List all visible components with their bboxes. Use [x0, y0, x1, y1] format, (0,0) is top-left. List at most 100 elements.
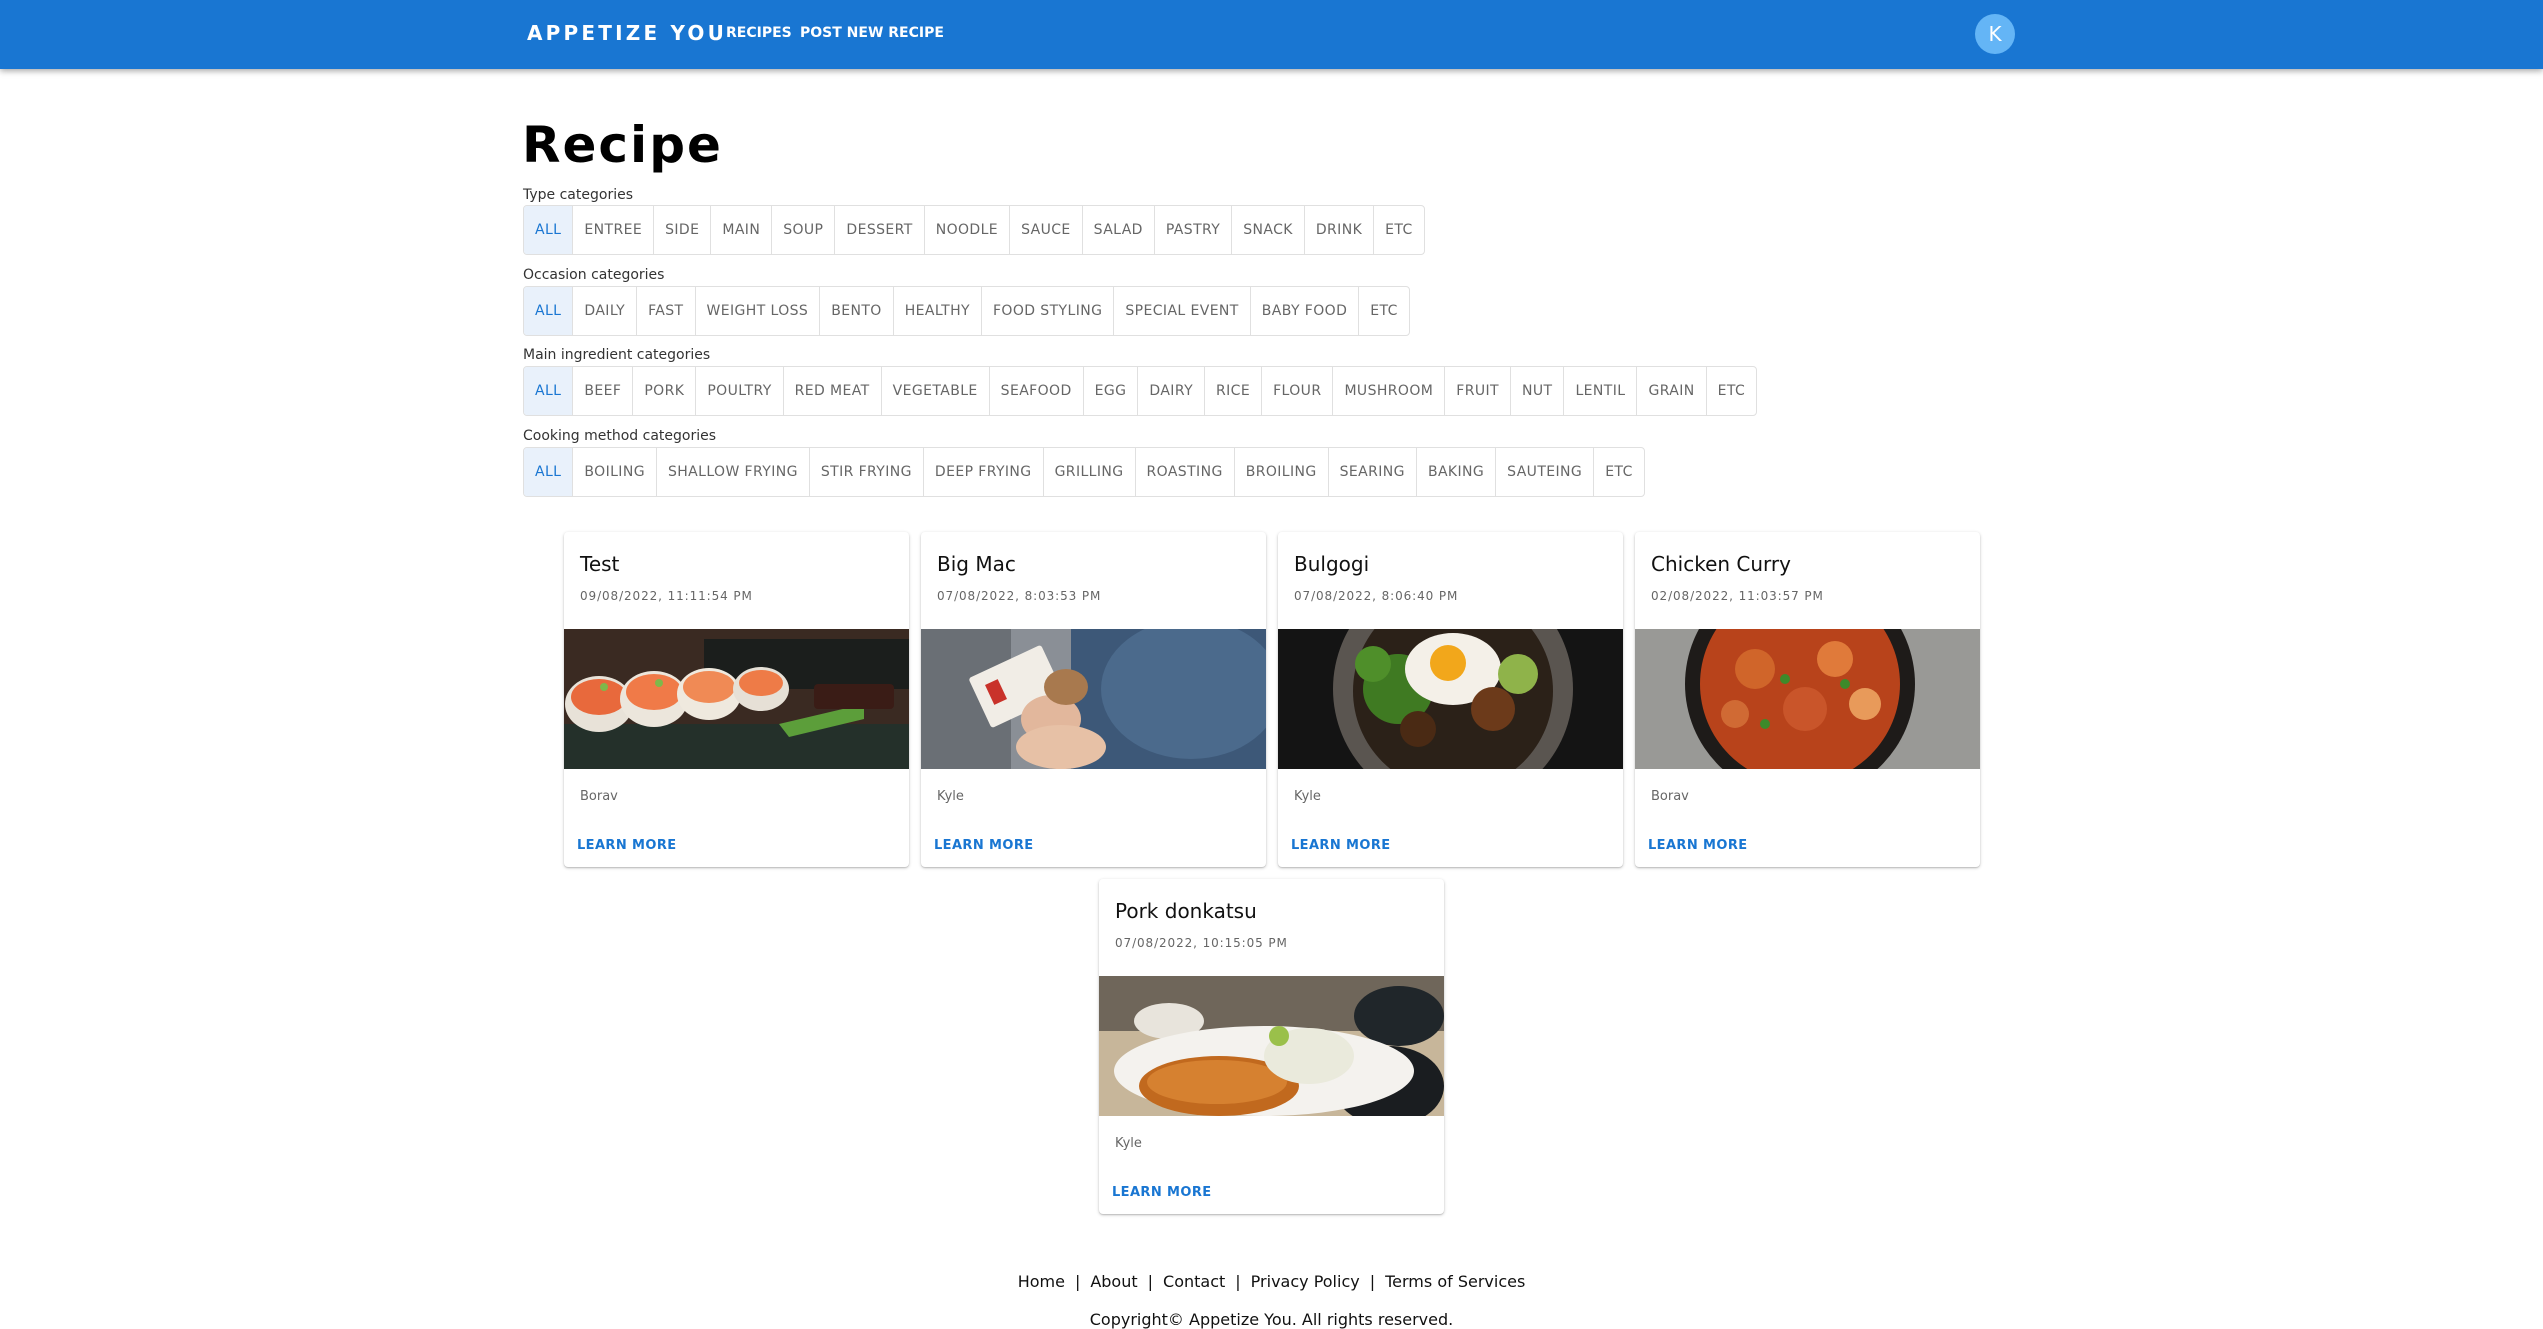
footer-separator: |	[1074, 1272, 1081, 1291]
category-toggle-lentil[interactable]: LENTIL	[1563, 367, 1636, 415]
recipe-author: Kyle	[1294, 789, 1321, 804]
recipe-card: Bulgogi 07/08/2022, 8:06:40 PM Kyle LEAR…	[1278, 532, 1623, 867]
main-ingredient-categories-label: Main ingredient categories	[523, 347, 711, 363]
category-toggle-broiling[interactable]: BROILING	[1233, 448, 1328, 496]
brand-logo[interactable]: APPETIZE YOU	[527, 21, 727, 45]
category-toggle-all[interactable]: ALL	[524, 287, 573, 335]
recipe-date: 07/08/2022, 10:15:05 PM	[1115, 936, 1288, 950]
category-toggle-side[interactable]: SIDE	[653, 206, 710, 254]
recipe-date: 07/08/2022, 8:03:53 PM	[937, 589, 1102, 603]
category-toggle-drink[interactable]: DRINK	[1303, 206, 1373, 254]
category-toggle-food-styling[interactable]: FOOD STYLING	[980, 287, 1113, 335]
curry-photo	[1635, 629, 1980, 769]
category-toggle-seafood[interactable]: SEAFOOD	[988, 367, 1083, 415]
footer-links: Home | About | Contact | Privacy Policy | Terms …	[0, 1272, 2543, 1291]
learn-more-button[interactable]: LEARN MORE	[1291, 838, 1391, 853]
bulgogi-photo	[1278, 629, 1623, 769]
recipe-card: Test 09/08/2022, 11:11:54 PM Borav LEARN…	[564, 532, 909, 867]
donkatsu-photo	[1099, 976, 1444, 1116]
burger-photo	[921, 629, 1266, 769]
category-toggle-bento[interactable]: BENTO	[819, 287, 893, 335]
category-toggle-snack[interactable]: SNACK	[1231, 206, 1304, 254]
category-toggle-all[interactable]: ALL	[524, 448, 573, 496]
category-toggle-roasting[interactable]: ROASTING	[1134, 448, 1234, 496]
category-toggle-all[interactable]: ALL	[524, 367, 573, 415]
category-toggle-sauce[interactable]: SAUCE	[1009, 206, 1082, 254]
category-toggle-etc[interactable]: ETC	[1705, 367, 1757, 415]
category-toggle-egg[interactable]: EGG	[1082, 367, 1138, 415]
footer-contact-link[interactable]: Contact	[1163, 1272, 1225, 1291]
category-toggle-fast[interactable]: FAST	[636, 287, 694, 335]
learn-more-button[interactable]: LEARN MORE	[1648, 838, 1748, 853]
category-toggle-dairy[interactable]: DAIRY	[1137, 367, 1204, 415]
type-categories-label: Type categories	[523, 187, 633, 203]
type-categories-group: ALL ENTREE SIDE MAIN SOUP DESSERT NOODLE SAUCE S…	[523, 205, 1425, 255]
category-toggle-poultry[interactable]: POULTRY	[695, 367, 782, 415]
category-toggle-pork[interactable]: PORK	[632, 367, 695, 415]
category-toggle-fruit[interactable]: FRUIT	[1444, 367, 1510, 415]
category-toggle-etc[interactable]: ETC	[1373, 206, 1424, 254]
recipe-title: Pork donkatsu	[1115, 899, 1257, 923]
category-toggle-weight-loss[interactable]: WEIGHT LOSS	[694, 287, 820, 335]
category-toggle-beef[interactable]: BEEF	[572, 367, 632, 415]
category-toggle-special-event[interactable]: SPECIAL EVENT	[1113, 287, 1249, 335]
recipe-title: Chicken Curry	[1651, 552, 1791, 576]
footer-home-link[interactable]: Home	[1018, 1272, 1065, 1291]
category-toggle-soup[interactable]: SOUP	[771, 206, 834, 254]
category-toggle-rice[interactable]: RICE	[1204, 367, 1261, 415]
recipe-title: Big Mac	[937, 552, 1016, 576]
category-toggle-entree[interactable]: ENTREE	[572, 206, 653, 254]
recipe-author: Kyle	[937, 789, 964, 804]
nav-post-new-recipe-link[interactable]: POST NEW RECIPE	[800, 25, 944, 41]
category-toggle-etc[interactable]: ETC	[1593, 448, 1644, 496]
recipe-card: Pork donkatsu 07/08/2022, 10:15:05 PM Ky…	[1099, 879, 1444, 1214]
user-avatar[interactable]: K	[1975, 14, 2015, 54]
category-toggle-mushroom[interactable]: MUSHROOM	[1332, 367, 1444, 415]
category-toggle-stir-frying[interactable]: STIR FRYING	[808, 448, 923, 496]
learn-more-button[interactable]: LEARN MORE	[577, 838, 677, 853]
recipe-author: Borav	[1651, 789, 1689, 804]
footer-separator: |	[1147, 1272, 1154, 1291]
category-toggle-daily[interactable]: DAILY	[572, 287, 636, 335]
category-toggle-main[interactable]: MAIN	[710, 206, 771, 254]
recipe-card: Chicken Curry 02/08/2022, 11:03:57 PM Bo…	[1635, 532, 1980, 867]
learn-more-button[interactable]: LEARN MORE	[1112, 1185, 1212, 1200]
recipe-title: Bulgogi	[1294, 552, 1370, 576]
page-title: Recipe	[522, 116, 723, 174]
category-toggle-baby-food[interactable]: BABY FOOD	[1249, 287, 1359, 335]
nav-recipes-link[interactable]: RECIPES	[726, 25, 792, 41]
footer-terms-link[interactable]: Terms of Services	[1385, 1272, 1525, 1291]
footer-privacy-policy-link[interactable]: Privacy Policy	[1251, 1272, 1360, 1291]
category-toggle-red-meat[interactable]: RED MEAT	[782, 367, 881, 415]
category-toggle-all[interactable]: ALL	[524, 206, 573, 254]
category-toggle-salad[interactable]: SALAD	[1081, 206, 1154, 254]
category-toggle-boiling[interactable]: BOILING	[572, 448, 656, 496]
footer-about-link[interactable]: About	[1090, 1272, 1137, 1291]
category-toggle-grilling[interactable]: GRILLING	[1042, 448, 1135, 496]
category-toggle-deep-frying[interactable]: DEEP FRYING	[922, 448, 1043, 496]
category-toggle-noodle[interactable]: NOODLE	[923, 206, 1009, 254]
recipe-card: Big Mac 07/08/2022, 8:03:53 PM Kyle LEAR…	[921, 532, 1266, 867]
category-toggle-dessert[interactable]: DESSERT	[834, 206, 923, 254]
learn-more-button[interactable]: LEARN MORE	[934, 838, 1034, 853]
category-toggle-vegetable[interactable]: VEGETABLE	[880, 367, 989, 415]
category-toggle-sauteing[interactable]: SAUTEING	[1495, 448, 1593, 496]
category-toggle-healthy[interactable]: HEALTHY	[892, 287, 981, 335]
main-ingredient-categories-group: ALL BEEF PORK POULTRY RED MEAT VEGETABLE SEAFO…	[523, 366, 1758, 416]
recipe-title: Test	[580, 552, 620, 576]
category-toggle-pastry[interactable]: PASTRY	[1153, 206, 1231, 254]
recipe-date: 02/08/2022, 11:03:57 PM	[1651, 589, 1824, 603]
category-toggle-baking[interactable]: BAKING	[1415, 448, 1495, 496]
cooking-method-categories-label: Cooking method categories	[523, 428, 717, 444]
recipe-author: Kyle	[1115, 1136, 1142, 1151]
category-toggle-nut[interactable]: NUT	[1509, 367, 1563, 415]
footer-separator: |	[1235, 1272, 1241, 1291]
recipe-date: 09/08/2022, 11:11:54 PM	[580, 589, 753, 603]
category-toggle-grain[interactable]: GRAIN	[1636, 367, 1705, 415]
category-toggle-flour[interactable]: FLOUR	[1261, 367, 1332, 415]
category-toggle-shallow-frying[interactable]: SHALLOW FRYING	[655, 448, 809, 496]
cooking-method-categories-group: ALL BOILING SHALLOW FRYING STIR FRYING DEEP …	[523, 447, 1645, 497]
category-toggle-searing[interactable]: SEARING	[1327, 448, 1416, 496]
category-toggle-etc[interactable]: ETC	[1358, 287, 1409, 335]
recipe-author: Borav	[580, 789, 618, 804]
